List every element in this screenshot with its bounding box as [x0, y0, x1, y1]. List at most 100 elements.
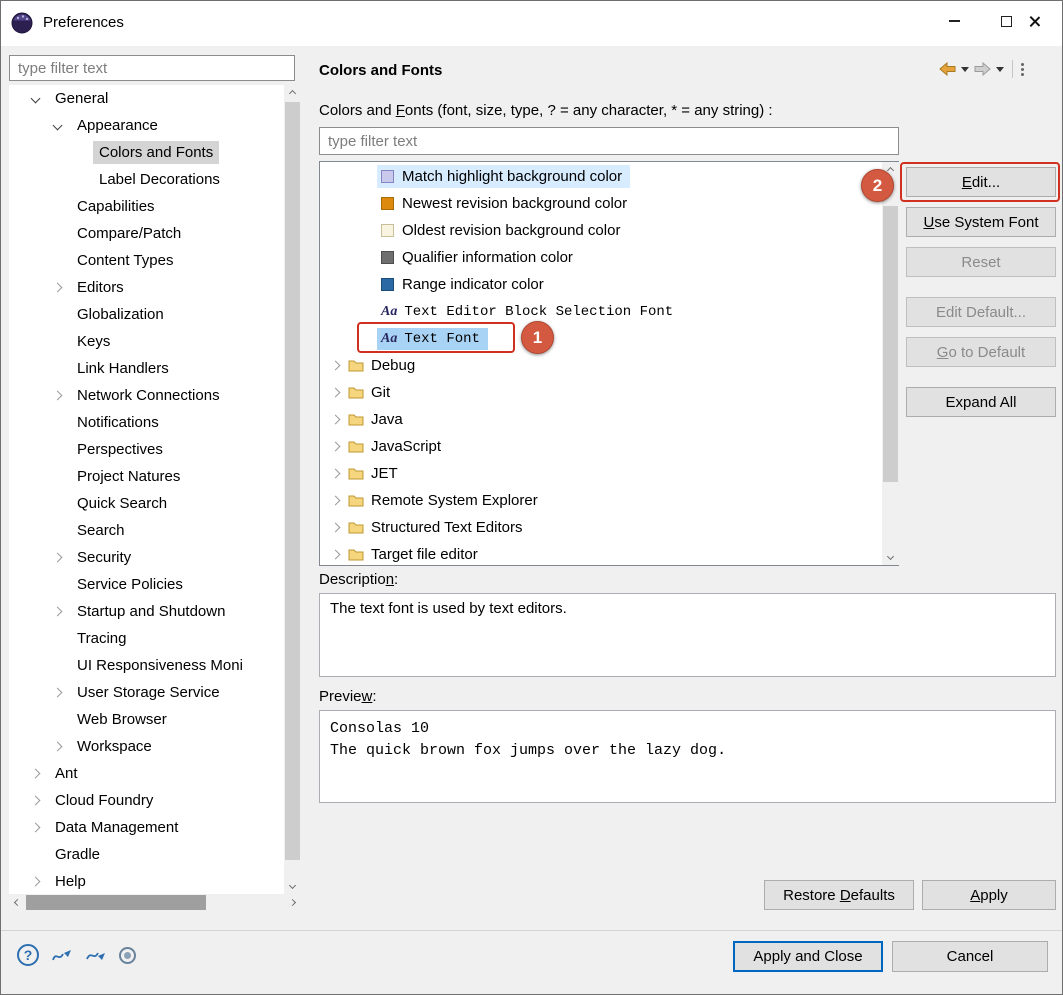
scrollbar-thumb[interactable] — [26, 895, 206, 910]
forward-button[interactable] — [974, 62, 991, 76]
list-item-debug[interactable]: Debug — [320, 352, 898, 379]
list-item-oldest-revision-background-color[interactable]: Oldest revision background color — [320, 217, 898, 244]
record-preferences-button[interactable] — [119, 947, 136, 964]
list-vertical-scrollbar[interactable] — [882, 162, 899, 565]
minimize-button[interactable] — [932, 5, 976, 37]
scroll-up-icon[interactable] — [882, 162, 899, 179]
sidebar-item-ui-responsiveness-moni[interactable]: UI Responsiveness Moni — [9, 652, 284, 679]
scroll-down-icon[interactable] — [284, 877, 301, 894]
expand-chevron-icon[interactable] — [52, 391, 62, 401]
sidebar-item-editors[interactable]: Editors — [9, 274, 284, 301]
expand-all-button[interactable]: Expand All — [906, 387, 1056, 417]
sidebar-item-ant[interactable]: Ant — [9, 760, 284, 787]
apply-button[interactable]: Apply — [922, 880, 1056, 910]
forward-menu-button[interactable] — [996, 67, 1004, 72]
expand-chevron-icon[interactable] — [331, 523, 341, 533]
sidebar-item-perspectives[interactable]: Perspectives — [9, 436, 284, 463]
import-preferences-button[interactable] — [85, 947, 107, 964]
back-button[interactable] — [939, 62, 956, 76]
sidebar-item-search[interactable]: Search — [9, 517, 284, 544]
sidebar-item-security[interactable]: Security — [9, 544, 284, 571]
sidebar-filter-input[interactable] — [9, 55, 295, 81]
use-system-font-button[interactable]: Use System Font — [906, 207, 1056, 237]
collapse-chevron-icon[interactable] — [52, 121, 62, 131]
scroll-up-icon[interactable] — [284, 85, 301, 102]
view-menu-button[interactable] — [1021, 63, 1024, 76]
sidebar-item-user-storage-service[interactable]: User Storage Service — [9, 679, 284, 706]
sidebar-item-cloud-foundry[interactable]: Cloud Foundry — [9, 787, 284, 814]
expand-chevron-icon[interactable] — [52, 742, 62, 752]
expand-chevron-icon[interactable] — [331, 496, 341, 506]
sidebar-item-content-types[interactable]: Content Types — [9, 247, 284, 274]
sidebar-item-service-policies[interactable]: Service Policies — [9, 571, 284, 598]
sidebar-item-label-decorations[interactable]: Label Decorations — [9, 166, 284, 193]
sidebar-item-data-management[interactable]: Data Management — [9, 814, 284, 841]
sidebar-item-globalization[interactable]: Globalization — [9, 301, 284, 328]
export-preferences-button[interactable] — [51, 947, 73, 964]
scroll-down-icon[interactable] — [882, 548, 899, 565]
expand-chevron-icon[interactable] — [331, 550, 341, 560]
sidebar-horizontal-scrollbar[interactable] — [9, 894, 301, 911]
expand-chevron-icon[interactable] — [331, 388, 341, 398]
list-item-newest-revision-background-color[interactable]: Newest revision background color — [320, 190, 898, 217]
sidebar-item-general[interactable]: General — [9, 85, 284, 112]
edit-button[interactable]: Edit... — [906, 167, 1056, 197]
sidebar-item-tracing[interactable]: Tracing — [9, 625, 284, 652]
scroll-right-icon[interactable] — [284, 894, 301, 911]
list-item-structured-text-editors[interactable]: Structured Text Editors — [320, 514, 898, 541]
colors-fonts-filter-input[interactable] — [319, 127, 899, 155]
sidebar-item-compare-patch[interactable]: Compare/Patch — [9, 220, 284, 247]
sidebar-item-gradle[interactable]: Gradle — [9, 841, 284, 868]
list-item-target-file-editor[interactable]: Target file editor — [320, 541, 898, 566]
restore-defaults-button[interactable]: Restore Defaults — [764, 880, 914, 910]
expand-chevron-icon[interactable] — [30, 877, 40, 887]
expand-chevron-icon[interactable] — [52, 283, 62, 293]
sidebar-item-help[interactable]: Help — [9, 868, 284, 895]
scroll-left-icon[interactable] — [9, 894, 26, 911]
list-item-git[interactable]: Git — [320, 379, 898, 406]
scrollbar-thumb[interactable] — [883, 206, 898, 482]
sidebar-item-project-natures[interactable]: Project Natures — [9, 463, 284, 490]
expand-chevron-icon[interactable] — [30, 796, 40, 806]
expand-chevron-icon[interactable] — [331, 442, 341, 452]
list-item-java[interactable]: Java — [320, 406, 898, 433]
help-button[interactable]: ? — [17, 944, 39, 966]
sidebar-item-link-handlers[interactable]: Link Handlers — [9, 355, 284, 382]
sidebar-item-web-browser[interactable]: Web Browser — [9, 706, 284, 733]
close-button[interactable] — [1012, 5, 1056, 37]
list-item-qualifier-information-color[interactable]: Qualifier information color — [320, 244, 898, 271]
sidebar-item-startup-and-shutdown[interactable]: Startup and Shutdown — [9, 598, 284, 625]
go-to-default-button[interactable]: Go to Default — [906, 337, 1056, 367]
expand-chevron-icon[interactable] — [52, 688, 62, 698]
sidebar-item-capabilities[interactable]: Capabilities — [9, 193, 284, 220]
expand-chevron-icon[interactable] — [331, 415, 341, 425]
sidebar-vertical-scrollbar[interactable] — [284, 85, 301, 894]
apply-and-close-button[interactable]: Apply and Close — [733, 941, 883, 972]
sidebar-item-workspace[interactable]: Workspace — [9, 733, 284, 760]
expand-chevron-icon[interactable] — [331, 469, 341, 479]
cancel-button[interactable]: Cancel — [892, 941, 1048, 972]
list-item-remote-system-explorer[interactable]: Remote System Explorer — [320, 487, 898, 514]
list-item-text-font[interactable]: AaText Font — [320, 325, 898, 352]
list-item-match-highlight-background-color[interactable]: Match highlight background color — [320, 163, 898, 190]
list-item-text-editor-block-selection-font[interactable]: AaText Editor Block Selection Font — [320, 298, 898, 325]
sidebar-item-keys[interactable]: Keys — [9, 328, 284, 355]
sidebar-item-appearance[interactable]: Appearance — [9, 112, 284, 139]
list-item-range-indicator-color[interactable]: Range indicator color — [320, 271, 898, 298]
reset-button[interactable]: Reset — [906, 247, 1056, 277]
sidebar-item-notifications[interactable]: Notifications — [9, 409, 284, 436]
list-item-javascript[interactable]: JavaScript — [320, 433, 898, 460]
back-menu-button[interactable] — [961, 67, 969, 72]
expand-chevron-icon[interactable] — [331, 361, 341, 371]
sidebar-item-colors-and-fonts[interactable]: Colors and Fonts — [9, 139, 284, 166]
expand-chevron-icon[interactable] — [52, 607, 62, 617]
list-item-jet[interactable]: JET — [320, 460, 898, 487]
expand-chevron-icon[interactable] — [30, 769, 40, 779]
expand-chevron-icon[interactable] — [30, 823, 40, 833]
expand-chevron-icon[interactable] — [52, 553, 62, 563]
edit-default-button[interactable]: Edit Default... — [906, 297, 1056, 327]
collapse-chevron-icon[interactable] — [30, 94, 40, 104]
sidebar-item-network-connections[interactable]: Network Connections — [9, 382, 284, 409]
sidebar-item-quick-search[interactable]: Quick Search — [9, 490, 284, 517]
scrollbar-thumb[interactable] — [285, 102, 300, 860]
